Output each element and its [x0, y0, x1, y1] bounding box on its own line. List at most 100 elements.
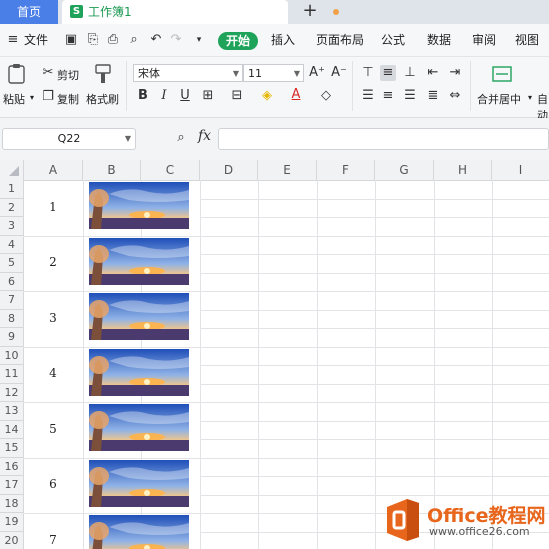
align-right-icon[interactable]: ☰: [402, 88, 418, 104]
align-bottom-icon[interactable]: ⊥: [402, 65, 418, 81]
cell-a-value[interactable]: 1: [24, 200, 82, 214]
print-preview-icon[interactable]: ⌕: [127, 33, 141, 47]
row-header[interactable]: 7: [0, 291, 23, 310]
menu-start[interactable]: 开始: [218, 32, 258, 50]
cut-button[interactable]: 剪切: [57, 67, 79, 83]
font-name-select[interactable]: 宋体 ▼: [133, 64, 243, 82]
row-header[interactable]: 8: [0, 310, 23, 328]
menu-data[interactable]: 数据: [427, 24, 451, 56]
select-all-corner[interactable]: [0, 160, 24, 180]
cell-a-value[interactable]: 3: [24, 311, 82, 325]
row-header[interactable]: 6: [0, 273, 23, 291]
column-header-b[interactable]: B: [83, 160, 141, 180]
embedded-sunset-image[interactable]: [89, 293, 189, 340]
row-header[interactable]: 14: [0, 421, 23, 439]
copy-icon[interactable]: ❐: [40, 89, 56, 105]
cut-icon[interactable]: ✂: [40, 65, 56, 81]
clear-format-icon[interactable]: ◇: [318, 88, 334, 104]
column-header-i[interactable]: I: [492, 160, 549, 180]
align-top-icon[interactable]: ⊤: [360, 65, 376, 81]
name-box[interactable]: Q22 ▼: [2, 128, 136, 150]
row-header[interactable]: 11: [0, 365, 23, 384]
fill-color-icon[interactable]: ◈: [259, 88, 275, 104]
row-header[interactable]: 15: [0, 439, 23, 458]
menu-insert[interactable]: 插入: [271, 24, 295, 56]
redo-icon[interactable]: ↷: [169, 33, 183, 47]
paste-dropdown-icon[interactable]: ▾: [30, 93, 34, 102]
align-center-icon[interactable]: ≡: [380, 88, 396, 104]
paste-label[interactable]: 粘贴: [3, 91, 25, 107]
embedded-sunset-image[interactable]: [89, 459, 189, 507]
row-header[interactable]: 9: [0, 328, 23, 347]
embedded-sunset-image[interactable]: [89, 182, 189, 229]
cell-a-value[interactable]: 5: [24, 422, 82, 436]
menu-view[interactable]: 视图: [515, 24, 539, 56]
align-left-icon[interactable]: ☰: [360, 88, 376, 104]
row-header[interactable]: 17: [0, 476, 23, 495]
paste-button[interactable]: [6, 63, 28, 85]
embedded-sunset-image[interactable]: [89, 515, 189, 549]
decrease-font-size-icon[interactable]: A⁻: [331, 65, 347, 81]
align-middle-icon[interactable]: ≡: [380, 65, 396, 81]
underline-icon[interactable]: U: [177, 88, 193, 104]
distributed-align-icon[interactable]: ⇔: [447, 88, 463, 104]
cell-a-value[interactable]: 2: [24, 255, 82, 269]
format-painter-button[interactable]: [92, 63, 114, 85]
row-header[interactable]: 5: [0, 254, 23, 273]
row-header[interactable]: 19: [0, 513, 23, 532]
export-pdf-icon[interactable]: ⎘: [86, 33, 100, 47]
row-header[interactable]: 13: [0, 402, 23, 421]
decrease-indent-icon[interactable]: ⇤: [425, 65, 441, 81]
print-icon[interactable]: ⎙: [106, 33, 120, 47]
row-header[interactable]: 20: [0, 532, 23, 549]
column-header-a[interactable]: A: [24, 160, 83, 180]
cell-style-icon[interactable]: ⊟: [229, 88, 245, 104]
cell-a-value[interactable]: 4: [24, 366, 82, 380]
column-header-g[interactable]: G: [375, 160, 434, 180]
insert-function-button[interactable]: fx: [198, 128, 211, 144]
row-header[interactable]: 3: [0, 217, 23, 236]
row-header[interactable]: 12: [0, 384, 23, 402]
menu-file[interactable]: 文件: [24, 24, 48, 56]
row-header[interactable]: 18: [0, 495, 23, 513]
quick-access-dropdown-icon[interactable]: ▾: [192, 33, 206, 47]
row-header[interactable]: 4: [0, 236, 23, 254]
spreadsheet-grid[interactable]: A B C D E F G H I 1 2 3 4 5 6 7 8 9 10 11 12 13 14 15 1…: [0, 160, 549, 549]
row-header[interactable]: 16: [0, 458, 23, 476]
borders-icon[interactable]: ⊞: [200, 88, 216, 104]
row-header[interactable]: 10: [0, 347, 23, 365]
zoom-search-icon[interactable]: ⌕: [173, 130, 189, 146]
row-header[interactable]: 1: [0, 180, 23, 199]
increase-indent-icon[interactable]: ⇥: [447, 65, 463, 81]
font-size-select[interactable]: 11 ▼: [243, 64, 304, 82]
menu-formulas[interactable]: 公式: [381, 24, 405, 56]
menu-page-layout[interactable]: 页面布局: [316, 24, 364, 56]
menu-review[interactable]: 审阅: [472, 24, 496, 56]
justify-icon[interactable]: ≣: [425, 88, 441, 104]
tab-workbook[interactable]: S 工作簿1: [62, 0, 339, 24]
formula-input[interactable]: [218, 128, 549, 150]
italic-icon[interactable]: I: [156, 88, 172, 104]
new-tab-button[interactable]: +: [298, 0, 322, 24]
increase-font-size-icon[interactable]: A⁺: [309, 65, 325, 81]
embedded-sunset-image[interactable]: [89, 404, 189, 451]
save-icon[interactable]: ▣: [64, 33, 78, 47]
bold-icon[interactable]: B: [135, 88, 151, 104]
embedded-sunset-image[interactable]: [89, 348, 189, 396]
column-header-e[interactable]: E: [258, 160, 317, 180]
format-painter-label[interactable]: 格式刷: [86, 91, 119, 107]
merge-center-icon[interactable]: [491, 63, 513, 85]
embedded-sunset-image[interactable]: [89, 237, 189, 285]
column-header-d[interactable]: D: [200, 160, 258, 180]
undo-icon[interactable]: ↶: [149, 33, 163, 47]
font-color-icon[interactable]: A: [288, 87, 304, 103]
column-header-h[interactable]: H: [434, 160, 492, 180]
cell-a-value[interactable]: 6: [24, 477, 82, 491]
tab-home[interactable]: 首页: [0, 0, 58, 24]
row-header[interactable]: 2: [0, 199, 23, 217]
cell-a-value[interactable]: 7: [24, 533, 82, 547]
merge-dropdown-icon[interactable]: ▾: [528, 93, 532, 102]
hamburger-menu-icon[interactable]: ≡: [6, 33, 20, 47]
column-header-f[interactable]: F: [317, 160, 375, 180]
merge-center-button[interactable]: 合并居中: [477, 91, 521, 107]
